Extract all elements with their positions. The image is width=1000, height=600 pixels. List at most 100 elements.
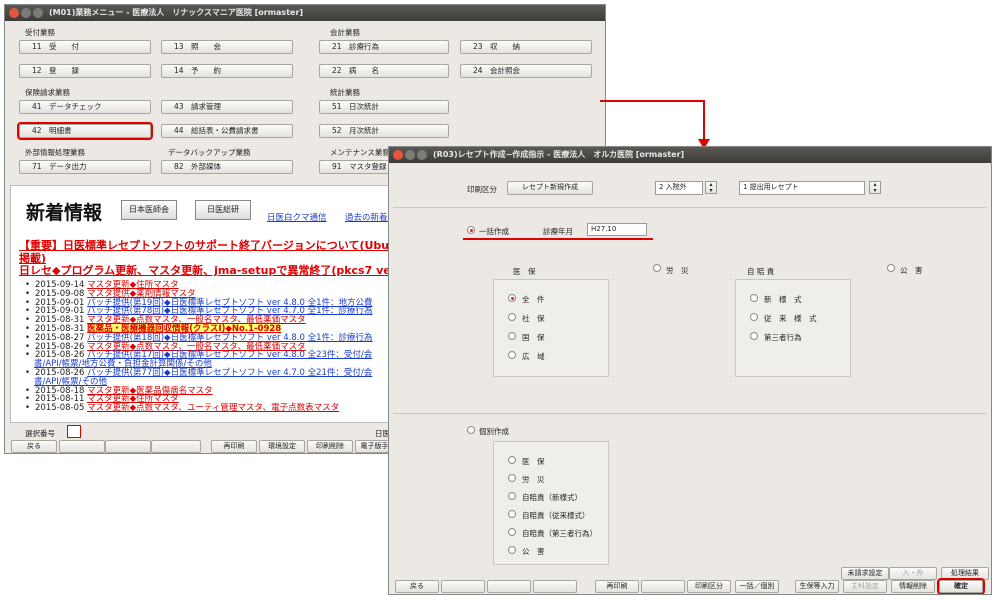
bulk-create-radio[interactable] <box>467 226 475 234</box>
labor-radio[interactable] <box>653 264 661 272</box>
auto-option-radio[interactable] <box>750 332 758 340</box>
receipt-footer-button-3[interactable] <box>487 580 531 593</box>
output-spin-icon[interactable]: ▴ ▾ <box>869 181 881 194</box>
public-pollution-radio[interactable] <box>887 264 895 272</box>
close-icon[interactable] <box>9 8 19 18</box>
headline-support-end[interactable]: 【重要】日医標準レセプトソフトのサポート終了バージョンについて(Ubuntu1 <box>19 237 397 253</box>
divider <box>393 207 987 208</box>
individual-option-label: 医 保 <box>522 457 545 466</box>
receipt-footer-button-12[interactable]: 確定 <box>937 578 985 594</box>
main-footer-button-3[interactable] <box>105 440 151 453</box>
auto-option-radio[interactable] <box>750 294 758 302</box>
main-footer-button-2[interactable] <box>59 440 105 453</box>
receipt-footer-button-5[interactable]: 再印刷 <box>595 580 639 593</box>
close-icon[interactable] <box>393 150 403 160</box>
auto-option-label: 新 様 式 <box>764 295 802 304</box>
medical-option-radio[interactable] <box>508 313 516 321</box>
auto-option-radio[interactable] <box>750 313 758 321</box>
receipt-footer-button-8[interactable]: 一括／個別 <box>735 580 779 593</box>
unbilled-setting-button[interactable]: 未請求設定 <box>841 567 889 580</box>
jma-button[interactable]: 日本医師会 <box>121 200 177 220</box>
menu-button-51-daily-stats[interactable]: 51 日次統計 <box>319 100 449 114</box>
inout-select[interactable]: 2 入院外 <box>655 181 703 195</box>
main-footer-button-4[interactable] <box>151 440 201 453</box>
main-footer-button-5[interactable]: 再印刷 <box>211 440 257 453</box>
menu-button-24-account-inquiry[interactable]: 24 会計照会 <box>460 64 592 78</box>
receipt-footer-button-6[interactable] <box>641 580 685 593</box>
menu-button-11-reception[interactable]: 11 受 付 <box>19 40 151 54</box>
menu-button-82-external-media[interactable]: 82 外部媒体 <box>161 160 293 174</box>
news-date: 2015-08-05 <box>35 403 85 414</box>
menu-button-43-claim-management[interactable]: 43 請求管理 <box>161 100 293 114</box>
menu-button-14-appointment[interactable]: 14 予 約 <box>161 64 293 78</box>
individual-option-label: 自賠責（新様式） <box>522 493 582 502</box>
output-select[interactable]: 1 提出用レセプト <box>739 181 865 195</box>
receipt-footer-button-4[interactable] <box>533 580 577 593</box>
individual-option-label: 労 災 <box>522 475 545 484</box>
menu-button-13-inquiry[interactable]: 13 照 会 <box>161 40 293 54</box>
news-link[interactable]: パッチ提供(第77回)◆日医標準レセプトソフト ver 4.7.0 全21件：受… <box>87 368 372 378</box>
individual-option-radio[interactable] <box>508 528 516 536</box>
menu-button-44-summary[interactable]: 44 総括表・公費請求書 <box>161 124 293 138</box>
menu-button-22-disease[interactable]: 22 病 名 <box>319 64 449 78</box>
receipt-title: (R03)レセプト作成−作成指示 - 医療法人 オルカ医院 [ormaster] <box>433 150 685 159</box>
menu-button-42-statement[interactable]: 42 明細書 <box>17 122 153 140</box>
individual-option-radio[interactable] <box>508 474 516 482</box>
individual-create-label: 個別作成 <box>479 427 509 436</box>
process-result-button[interactable]: 処理結果 <box>941 567 989 580</box>
medical-option-label: 国 保 <box>522 333 545 342</box>
menu-button-21-treatment[interactable]: 21 診療行為 <box>319 40 449 54</box>
section-insurance: 保険請求業務 <box>25 88 70 97</box>
print-class-label: 印刷区分 <box>467 185 497 194</box>
menu-button-41-data-check[interactable]: 41 データチェック <box>19 100 151 114</box>
news-link[interactable]: マスタ更新◆点数マスタ、ユーティ管理マスタ、電子点数表マスタ <box>87 403 339 413</box>
kuma-link[interactable]: 日医白クマ通信 <box>267 211 327 223</box>
menu-button-52-monthly-stats[interactable]: 52 月次統計 <box>319 124 449 138</box>
individual-option-label: 自賠責（従来様式） <box>522 511 590 520</box>
section-backup: データバックアップ業務 <box>168 148 251 157</box>
auto-options-group: 新 様 式従 来 様 式第三者行為 <box>735 279 851 377</box>
medical-insurance-label: 医 保 <box>513 267 536 276</box>
main-footer-button-7[interactable]: 印刷削除 <box>307 440 353 453</box>
individual-option-label: 公 害 <box>522 547 545 556</box>
minimize-icon[interactable] <box>405 150 415 160</box>
minimize-icon[interactable] <box>21 8 31 18</box>
maximize-icon[interactable] <box>33 8 43 18</box>
receipt-footer-button-10[interactable]: 主科設定 <box>843 580 887 593</box>
receipt-footer-button-1[interactable]: 戻る <box>395 580 439 593</box>
auto-option-label: 第三者行為 <box>764 333 802 342</box>
public-pollution-label: 公 害 <box>900 266 923 275</box>
medical-option-radio[interactable] <box>508 332 516 340</box>
menu-button-12-registration[interactable]: 12 登 録 <box>19 64 151 78</box>
individual-option-radio[interactable] <box>508 492 516 500</box>
receipt-footer-button-9[interactable]: 生保等入力 <box>795 580 839 593</box>
treatment-month-input[interactable]: H27.10 <box>587 223 647 236</box>
headline-jma-setup[interactable]: 日レセ◆プログラム更新、マスタ更新、jma-setupで異常終了(pkcs7 v… <box>19 262 397 278</box>
inout-spin-icon[interactable]: ▴ ▾ <box>705 181 717 194</box>
select-number-input[interactable] <box>67 425 81 438</box>
main-footer-button-1[interactable]: 戻る <box>11 440 57 453</box>
individual-option-radio[interactable] <box>508 456 516 464</box>
main-footer-button-6[interactable]: 環境設定 <box>259 440 305 453</box>
soken-button[interactable]: 日医総研 <box>195 200 251 220</box>
receipt-window: (R03)レセプト作成−作成指示 - 医療法人 オルカ医院 [ormaster]… <box>388 146 992 595</box>
print-class-button[interactable]: レセプト新規作成 <box>507 181 593 195</box>
section-external: 外部情報処理業務 <box>25 148 85 157</box>
receipt-footer-button-7[interactable]: 印刷区分 <box>687 580 731 593</box>
individual-option-radio[interactable] <box>508 510 516 518</box>
treatment-month-label: 診療年月 <box>543 227 573 236</box>
labor-label: 労 災 <box>666 266 689 275</box>
individual-create-radio[interactable] <box>467 426 475 434</box>
maximize-icon[interactable] <box>417 150 427 160</box>
medical-options-group: 全 件社 保国 保広 域 <box>493 279 609 377</box>
receipt-footer-button-11[interactable]: 情報削除 <box>891 580 935 593</box>
menu-button-71-data-output[interactable]: 71 データ出力 <box>19 160 151 174</box>
menu-button-23-payment[interactable]: 23 収 納 <box>460 40 592 54</box>
news-item: 2015-08-05 マスタ更新◆点数マスタ、ユーティ管理マスタ、電子点数表マス… <box>25 403 397 414</box>
individual-option-label: 自賠責（第三者行為） <box>522 529 597 538</box>
receipt-footer-button-2[interactable] <box>441 580 485 593</box>
individual-option-radio[interactable] <box>508 546 516 554</box>
medical-option-radio[interactable] <box>508 351 516 359</box>
medical-option-radio[interactable] <box>508 294 516 302</box>
inout-button[interactable]: 入・外 <box>889 567 937 580</box>
